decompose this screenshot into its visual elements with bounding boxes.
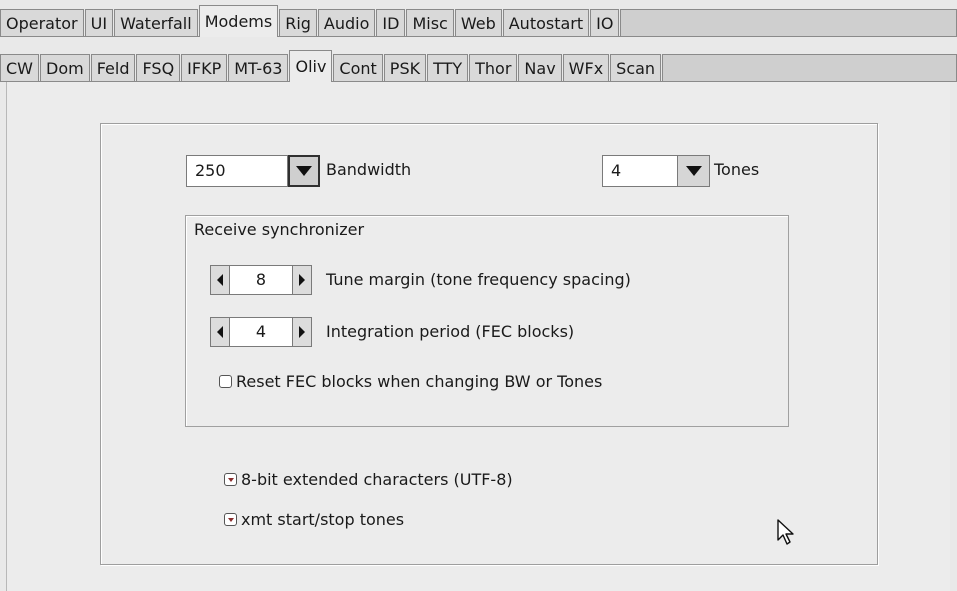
bandwidth-label: Bandwidth: [326, 160, 412, 179]
modem-tab-psk[interactable]: PSK: [383, 54, 427, 82]
tab-autostart[interactable]: Autostart: [502, 9, 590, 37]
tune-margin-label: Tune margin (tone frequency spacing): [326, 270, 631, 289]
tab-audio[interactable]: Audio: [317, 9, 376, 37]
tab-io[interactable]: IO: [590, 9, 620, 37]
modem-tab-ifkp[interactable]: IFKP: [181, 54, 228, 82]
bandwidth-value[interactable]: 250: [186, 155, 288, 187]
integration-value[interactable]: 4: [230, 317, 292, 347]
tab-waterfall[interactable]: Waterfall: [114, 9, 198, 37]
reset-fec-checkbox[interactable]: Reset FEC blocks when changing BW or Ton…: [219, 372, 602, 391]
tab-operator[interactable]: Operator: [0, 9, 84, 37]
modem-tab-scan[interactable]: Scan: [610, 54, 662, 82]
chevron-down-icon: [296, 166, 312, 176]
modem-tab-bar: CW Dom Feld FSQ IFKP MT-63 Oliv Cont PSK TTY Thor N…: [0, 44, 957, 82]
xmt-tones-checkbox[interactable]: xmt start/stop tones: [224, 510, 404, 529]
tones-value[interactable]: 4: [602, 155, 678, 187]
tab-ui[interactable]: UI: [84, 9, 114, 37]
tones-dropdown-button[interactable]: [678, 155, 710, 187]
tab-web[interactable]: Web: [454, 9, 502, 37]
integration-spinner[interactable]: 4: [210, 317, 312, 347]
top-tab-bar: Operator UI Waterfall Modems Rig Audio ID Misc W…: [0, 0, 957, 37]
utf8-checkbox[interactable]: 8-bit extended characters (UTF-8): [224, 470, 513, 489]
tab-modems[interactable]: Modems: [198, 5, 279, 37]
bandwidth-combo[interactable]: 250: [186, 155, 320, 187]
modem-tab-nav[interactable]: Nav: [518, 54, 562, 82]
mouse-pointer-icon: [777, 519, 794, 545]
checkbox-unchecked[interactable]: [219, 375, 232, 388]
modem-tab-dom[interactable]: Dom: [40, 54, 90, 82]
modem-tab-cont[interactable]: Cont: [333, 54, 383, 82]
tab-misc[interactable]: Misc: [406, 9, 454, 37]
modem-tab-cw[interactable]: CW: [0, 54, 39, 82]
chevron-down-icon: [685, 166, 702, 176]
tab-id[interactable]: ID: [376, 9, 406, 37]
modem-tab-feld[interactable]: Feld: [90, 54, 136, 82]
group-title: Receive synchronizer: [194, 220, 365, 239]
checkbox-checked[interactable]: [224, 473, 237, 486]
modem-tab-tty[interactable]: TTY: [427, 54, 469, 82]
modem-tab-fsq[interactable]: FSQ: [136, 54, 181, 82]
tune-margin-decrement[interactable]: [210, 265, 230, 295]
modem-tab-oliv[interactable]: Oliv: [289, 50, 333, 82]
modem-tab-thor[interactable]: Thor: [469, 54, 518, 82]
tab-rig[interactable]: Rig: [279, 9, 317, 37]
integration-increment[interactable]: [292, 317, 312, 347]
arrow-left-icon: [217, 274, 223, 286]
tune-margin-value[interactable]: 8: [230, 265, 292, 295]
utf8-label: 8-bit extended characters (UTF-8): [241, 470, 513, 489]
integration-label: Integration period (FEC blocks): [326, 322, 575, 341]
modem-tab-mt-63[interactable]: MT-63: [228, 54, 289, 82]
check-icon: [227, 517, 234, 522]
tune-margin-spinner[interactable]: 8: [210, 265, 312, 295]
check-icon: [227, 477, 234, 482]
bandwidth-dropdown-button[interactable]: [288, 155, 320, 187]
modem-tab-bar-filler: [662, 54, 957, 82]
xmt-tones-label: xmt start/stop tones: [241, 510, 405, 529]
integration-decrement[interactable]: [210, 317, 230, 347]
reset-fec-label: Reset FEC blocks when changing BW or Ton…: [236, 372, 603, 391]
tune-margin-increment[interactable]: [292, 265, 312, 295]
arrow-right-icon: [299, 274, 305, 286]
arrow-left-icon: [217, 326, 223, 338]
arrow-right-icon: [299, 326, 305, 338]
tab-bar-filler: [620, 9, 957, 37]
tones-label: Tones: [714, 160, 760, 179]
tones-combo[interactable]: 4: [602, 155, 710, 187]
checkbox-checked[interactable]: [224, 513, 237, 526]
modem-tab-wfx[interactable]: WFx: [562, 54, 610, 82]
